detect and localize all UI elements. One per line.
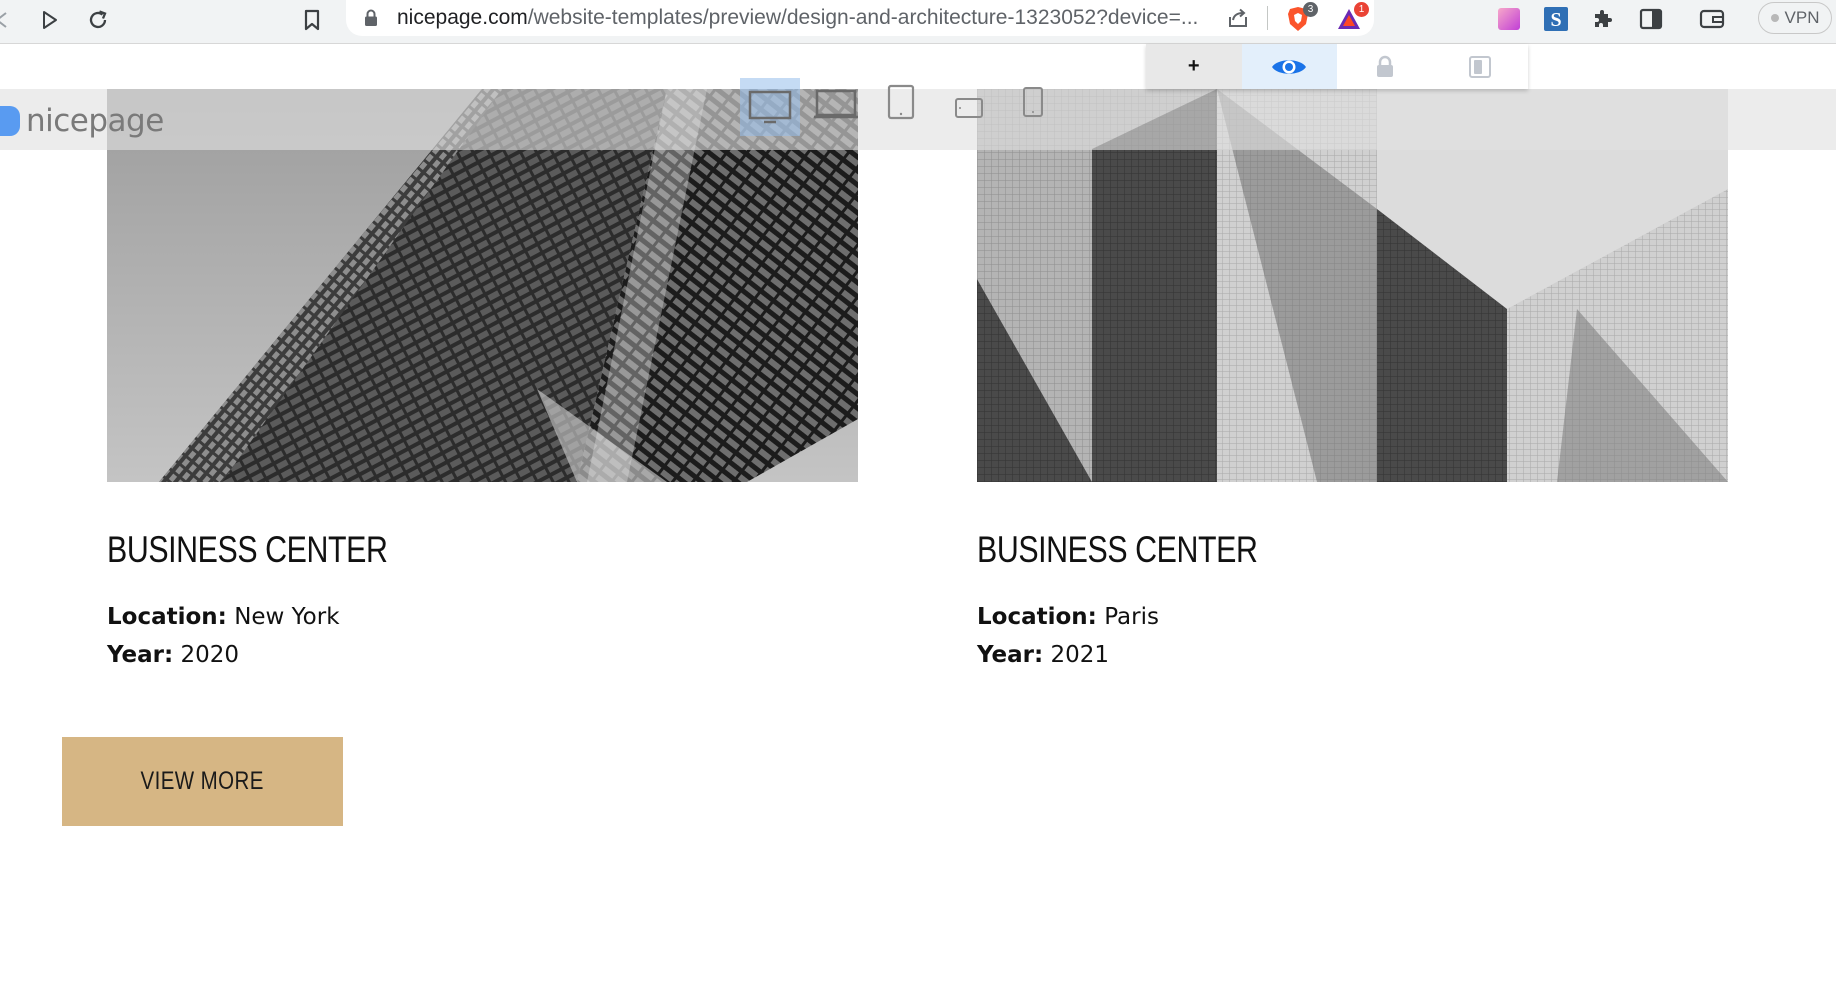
card-title: BUSINESS CENTER (977, 529, 1258, 570)
brave-shields-icon[interactable]: 3 (1283, 2, 1318, 34)
device-phone-portrait-icon[interactable] (1021, 84, 1045, 120)
back-icon[interactable] (0, 4, 18, 36)
location-value: New York (234, 604, 340, 630)
location-row: Location: Paris (977, 598, 1728, 636)
svg-text:S: S (1550, 9, 1561, 31)
year-row: Year: 2020 (107, 636, 858, 674)
lock-button[interactable] (1337, 44, 1433, 89)
eye-icon (1272, 59, 1307, 74)
device-laptop-icon[interactable] (812, 82, 860, 126)
share-icon[interactable] (1226, 6, 1250, 35)
vpn-label: VPN (1784, 8, 1820, 27)
device-desktop-icon[interactable] (740, 78, 800, 136)
url-host: nicepage.com (397, 6, 528, 29)
url-path: /website-templates/preview/design-and-ar… (527, 6, 1199, 29)
location-value: Paris (1104, 604, 1159, 630)
location-row: Location: New York (107, 598, 858, 636)
padlock-icon (1376, 55, 1393, 77)
year-row: Year: 2021 (977, 636, 1728, 674)
project-card-new-york: BUSINESS CENTER Location: New York Year:… (107, 89, 858, 674)
view-more-button[interactable]: VIEW MORE (62, 737, 343, 826)
view-more-label: VIEW MORE (140, 767, 265, 795)
year-label: Year: (977, 642, 1044, 668)
address-bar[interactable]: nicepage.com/website-templates/preview/d… (346, 0, 1374, 36)
preview-action-panel: + (1146, 44, 1528, 89)
device-phone-landscape-icon[interactable] (953, 92, 985, 124)
plus-icon: + (1187, 55, 1200, 77)
add-tab-button[interactable]: + (1146, 44, 1242, 89)
preview-toolbar: nicepage (0, 89, 1836, 150)
document-icon (1469, 55, 1492, 78)
wallet-icon[interactable] (1697, 4, 1727, 34)
nicepage-logo[interactable]: nicepage (0, 103, 164, 139)
sidebar-panel-icon[interactable] (1636, 4, 1666, 34)
address-url[interactable]: nicepage.com/website-templates/preview/d… (397, 6, 1198, 30)
nicepage-logo-mark (0, 106, 20, 136)
forward-play-icon[interactable] (33, 4, 65, 36)
gradient-extension-icon[interactable] (1494, 4, 1524, 34)
export-button[interactable] (1433, 44, 1529, 89)
lock-icon (364, 9, 378, 32)
s-extension-icon[interactable]: S (1541, 4, 1571, 34)
location-label: Location: (107, 604, 227, 630)
reload-icon[interactable] (82, 4, 114, 36)
browser-toolbar: nicepage.com/website-templates/preview/d… (0, 0, 1836, 44)
vpn-button[interactable]: VPN (1758, 2, 1832, 34)
brave-rewards-icon[interactable]: 1 (1334, 2, 1369, 34)
card-meta: Location: New York Year: 2020 (107, 598, 858, 674)
card-title: BUSINESS CENTER (107, 529, 388, 570)
year-label: Year: (107, 642, 174, 668)
bookmark-icon[interactable] (296, 4, 328, 36)
year-value: 2020 (180, 642, 240, 668)
device-tablet-icon[interactable] (886, 82, 916, 122)
year-value: 2021 (1050, 642, 1110, 668)
shields-badge: 3 (1303, 2, 1318, 17)
preview-eye-button[interactable] (1241, 44, 1337, 89)
omnibox-divider (1267, 6, 1268, 30)
nicepage-logo-text: nicepage (26, 103, 164, 139)
extensions-puzzle-icon[interactable] (1588, 4, 1618, 34)
project-card-paris: BUSINESS CENTER Location: Paris Year: 20… (977, 89, 1728, 674)
rewards-badge: 1 (1354, 2, 1369, 17)
location-label: Location: (977, 604, 1097, 630)
card-meta: Location: Paris Year: 2021 (977, 598, 1728, 674)
vpn-status-dot (1770, 14, 1779, 22)
